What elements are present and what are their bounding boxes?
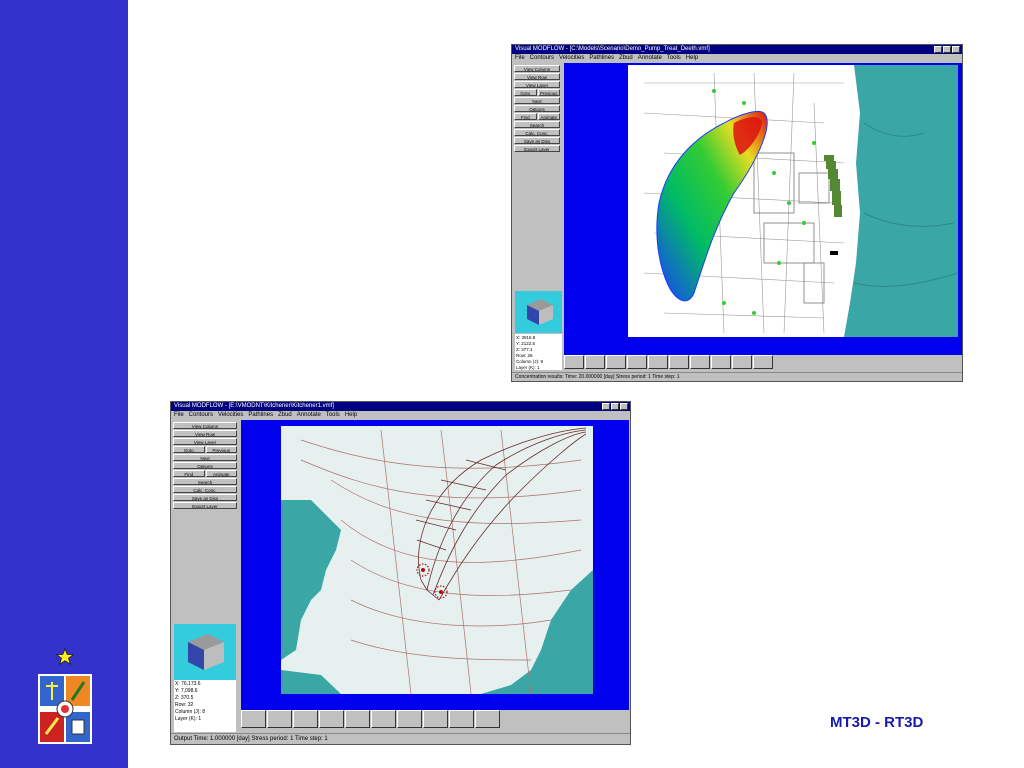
maximize-button[interactable] [611, 403, 619, 410]
menu-item-contours[interactable]: Contours [530, 54, 554, 62]
save-as-diss-button[interactable]: Save as Diss [514, 137, 560, 144]
status-bar: Concentration results: Time: 20.000000 [… [512, 372, 962, 381]
menu-item-tools[interactable]: Tools [667, 54, 681, 62]
toolbar-button-10[interactable] [475, 710, 500, 728]
toolbar-button-4[interactable] [319, 710, 344, 728]
menu-item-help[interactable]: Help [345, 411, 357, 419]
toolbar-button-7[interactable] [690, 355, 710, 369]
animate-button[interactable]: Animate [537, 113, 560, 120]
menu-item-pathlines[interactable]: Pathlines [248, 411, 273, 419]
menu-item-annotate[interactable]: Annotate [297, 411, 321, 419]
toolbar-button-10[interactable] [753, 355, 773, 369]
menu-item-velocities[interactable]: Velocities [559, 54, 584, 62]
search-button[interactable]: Search [173, 478, 237, 485]
cube-3d-icon [174, 624, 236, 680]
find-button[interactable]: Find [173, 470, 205, 477]
view-column-button[interactable]: View Column [514, 65, 560, 72]
toolbar-button-8[interactable] [423, 710, 448, 728]
menu-item-pathlines[interactable]: Pathlines [589, 54, 614, 62]
find-button[interactable]: Find [514, 113, 537, 120]
toolbar-button-4[interactable] [627, 355, 647, 369]
toolbar-button-6[interactable] [371, 710, 396, 728]
menu-item-contours[interactable]: Contours [189, 411, 213, 419]
toolbar-button-9[interactable] [732, 355, 752, 369]
toolbar-button-5[interactable] [648, 355, 668, 369]
minimize-button[interactable] [602, 403, 610, 410]
view-row-button[interactable]: View Row [514, 73, 560, 80]
menu-item-file[interactable]: File [174, 411, 184, 419]
previous-button[interactable]: Previous [205, 446, 237, 453]
toolbar-button-2[interactable] [267, 710, 292, 728]
pathline-map [241, 420, 629, 710]
coordinate-readout: X: 76,173.6 Y: 7,098.6 Z: 370.5 Row: 32 … [174, 680, 236, 732]
bottom-toolbar [241, 710, 500, 728]
toolbar-button-3[interactable] [606, 355, 626, 369]
toolbar-button-8[interactable] [711, 355, 731, 369]
toolbar-button-1[interactable] [564, 355, 584, 369]
menu-bar: File Contours Velocities Pathlines Zbud … [512, 54, 962, 62]
navigation-panel: View Column View Row View Layer Goto Prev… [171, 420, 239, 511]
menu-item-tools[interactable]: Tools [326, 411, 340, 419]
model-viewport[interactable] [241, 420, 629, 710]
window-title: Visual MODFLOW - [C:\Models\Scenario\Dem… [512, 45, 962, 54]
menu-item-velocities[interactable]: Velocities [218, 411, 243, 419]
university-crest-icon [38, 674, 92, 744]
calc-conc-button[interactable]: Calc. Conc. [173, 486, 237, 493]
minimize-button[interactable] [934, 46, 942, 53]
navigation-panel: View Column View Row View Layer Goto Prev… [512, 63, 562, 154]
next-button[interactable]: Next [173, 454, 237, 461]
options-button[interactable]: Options [173, 462, 237, 469]
previous-button[interactable]: Previous [537, 89, 560, 96]
view-layer-button[interactable]: View Layer [173, 438, 237, 445]
menu-bar: File Contours Velocities Pathlines Zbud … [171, 411, 630, 419]
close-button[interactable] [952, 46, 960, 53]
menu-item-help[interactable]: Help [686, 54, 698, 62]
cube-3d-icon [515, 291, 562, 333]
star-icon [56, 648, 74, 666]
toolbar-button-2[interactable] [585, 355, 605, 369]
animate-button[interactable]: Animate [205, 470, 237, 477]
model-viewport[interactable] [564, 63, 962, 355]
toolbar-button-9[interactable] [449, 710, 474, 728]
toolbar-button-1[interactable] [241, 710, 266, 728]
view-row-button[interactable]: View Row [173, 430, 237, 437]
toolbar-button-7[interactable] [397, 710, 422, 728]
bottom-toolbar [564, 355, 773, 369]
slide-caption: MT3D - RT3D [830, 714, 924, 731]
concentration-map [564, 63, 962, 355]
menu-item-annotate[interactable]: Annotate [638, 54, 662, 62]
coordinate-readout: X: 3916.8 Y: 2122.5 Z: 377.1 Row: 26 Col… [515, 334, 562, 370]
window-controls [602, 403, 628, 410]
save-as-diss-button[interactable]: Save as Diss [173, 494, 237, 501]
modflow-window-concentration: Visual MODFLOW - [C:\Models\Scenario\Dem… [511, 44, 963, 382]
toolbar-button-6[interactable] [669, 355, 689, 369]
view-layer-button[interactable]: View Layer [514, 81, 560, 88]
modflow-window-pathlines: Visual MODFLOW - [E:\VMODNT\Kitchener\Ki… [170, 401, 631, 745]
window-title: Visual MODFLOW - [E:\VMODNT\Kitchener\Ki… [171, 402, 630, 411]
maximize-button[interactable] [943, 46, 951, 53]
next-button[interactable]: Next [514, 97, 560, 104]
menu-item-zbud[interactable]: Zbud [278, 411, 292, 419]
window-controls [934, 46, 960, 53]
options-button[interactable]: Options [514, 105, 560, 112]
goto-button[interactable]: Goto [173, 446, 205, 453]
calc-conc-button[interactable]: Calc. Conc. [514, 129, 560, 136]
export-layer-button[interactable]: Export Layer [514, 145, 560, 152]
menu-item-zbud[interactable]: Zbud [619, 54, 633, 62]
status-bar: Output Time: 1.000000 [day] Stress perio… [171, 733, 630, 744]
toolbar-button-3[interactable] [293, 710, 318, 728]
view-column-button[interactable]: View Column [173, 422, 237, 429]
export-layer-button[interactable]: Export Layer [173, 502, 237, 509]
close-button[interactable] [620, 403, 628, 410]
menu-item-file[interactable]: File [515, 54, 525, 62]
search-button[interactable]: Search [514, 121, 560, 128]
toolbar-button-5[interactable] [345, 710, 370, 728]
goto-button[interactable]: Goto [514, 89, 537, 96]
